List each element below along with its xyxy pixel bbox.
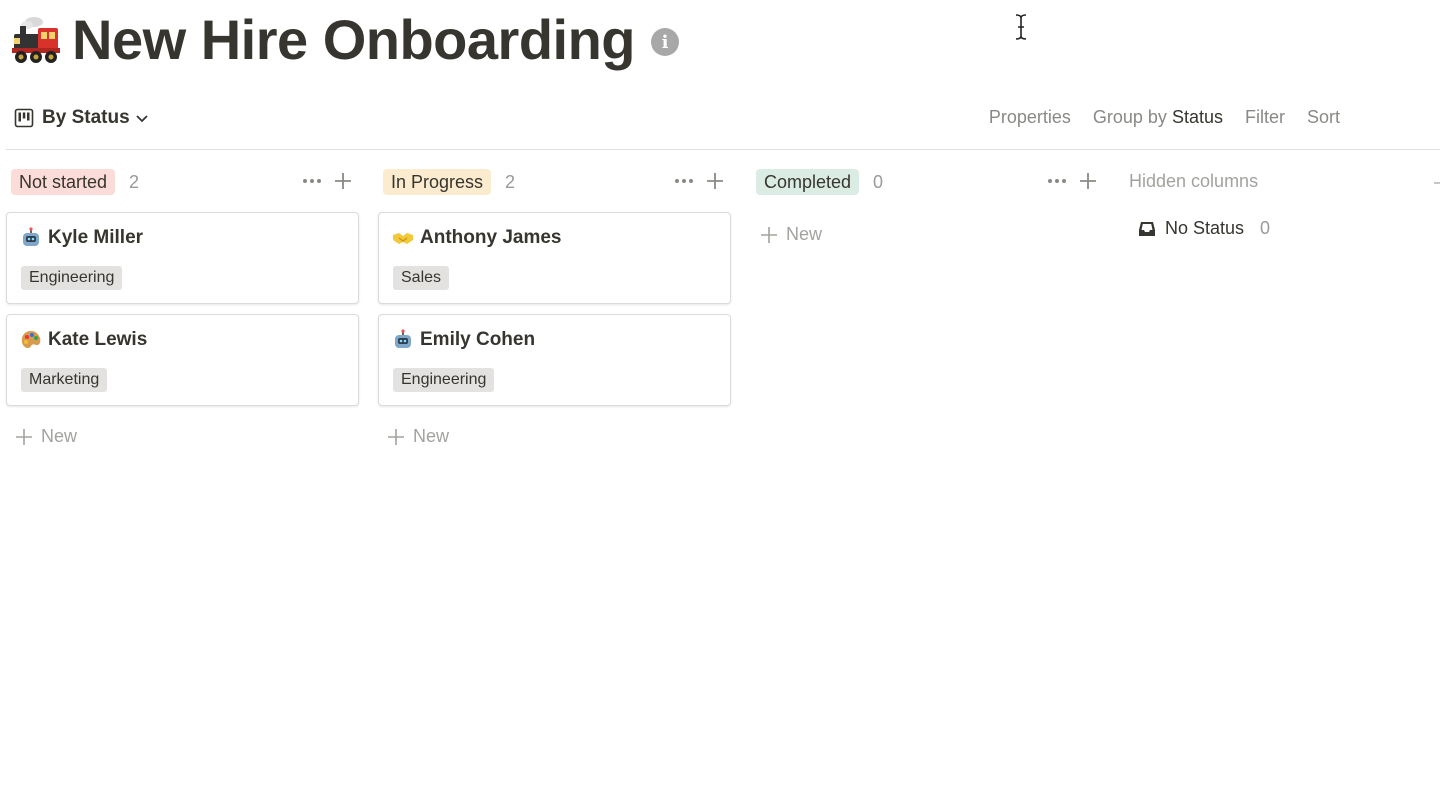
group-by-value: Status bbox=[1171, 107, 1223, 127]
add-card-icon[interactable] bbox=[705, 171, 725, 191]
status-pill[interactable]: In Progress bbox=[383, 169, 492, 195]
card-title: Emily Cohen bbox=[392, 329, 535, 351]
card-name: Anthony James bbox=[420, 227, 562, 248]
hidden-column-no-status[interactable]: No Status 0 bbox=[1137, 218, 1270, 239]
toolbar-divider bbox=[6, 149, 1440, 150]
group-by-button[interactable]: Group by Status bbox=[1093, 107, 1223, 128]
filter-button[interactable]: Filter bbox=[1245, 107, 1285, 128]
hidden-columns-header[interactable]: Hidden columns bbox=[1129, 171, 1258, 192]
column-not-started: Not started 2 Kyle Miller Engineering Ka… bbox=[6, 166, 359, 446]
sort-button[interactable]: Sort bbox=[1307, 107, 1340, 128]
board-view-icon bbox=[14, 108, 34, 128]
status-pill[interactable]: Not started bbox=[11, 169, 116, 195]
new-label: New bbox=[413, 426, 450, 446]
more-options-icon[interactable] bbox=[1046, 170, 1068, 192]
column-header: Completed 0 bbox=[751, 166, 1104, 198]
chevron-down-icon bbox=[136, 115, 148, 123]
plus-icon bbox=[761, 226, 777, 243]
column-header: Not started 2 bbox=[6, 166, 359, 198]
card-title: Anthony James bbox=[392, 227, 561, 249]
card-title: Kyle Miller bbox=[20, 227, 143, 249]
hidden-column-count: 0 bbox=[1260, 218, 1271, 238]
card-kyle-miller[interactable]: Kyle Miller Engineering bbox=[6, 212, 359, 304]
group-by-label: Group by bbox=[1092, 107, 1167, 127]
status-pill[interactable]: Completed bbox=[756, 169, 860, 195]
collapse-icon[interactable] bbox=[1434, 182, 1440, 184]
column-completed: Completed 0 New bbox=[751, 166, 1104, 244]
palette-icon bbox=[21, 331, 41, 349]
view-tools: Properties Group by Status Filter Sort bbox=[989, 107, 1340, 128]
new-label: New bbox=[786, 224, 823, 244]
department-tag: Engineering bbox=[21, 266, 123, 290]
robot-icon bbox=[23, 227, 39, 246]
department-tag: Sales bbox=[393, 266, 450, 290]
department-tag: Marketing bbox=[21, 368, 108, 392]
page-title[interactable]: New Hire Onboarding bbox=[72, 8, 636, 72]
plus-icon bbox=[16, 428, 32, 445]
column-in-progress: In Progress 2 Anthony James Sales Emily … bbox=[378, 166, 731, 446]
new-label: New bbox=[41, 426, 78, 446]
inbox-tray-icon bbox=[1139, 221, 1155, 236]
board-page: New Hire Onboarding i By Status Properti… bbox=[0, 0, 1440, 810]
robot-icon bbox=[395, 329, 411, 348]
text-cursor-icon bbox=[1015, 14, 1027, 40]
more-options-icon[interactable] bbox=[301, 170, 323, 192]
card-name: Emily Cohen bbox=[420, 329, 536, 350]
card-title: Kate Lewis bbox=[20, 329, 147, 351]
card-kate-lewis[interactable]: Kate Lewis Marketing bbox=[6, 314, 359, 406]
card-name: Kyle Miller bbox=[48, 227, 144, 248]
view-toolbar: By Status Properties Group by Status Fil… bbox=[0, 100, 1440, 140]
column-header: In Progress 2 bbox=[378, 166, 731, 198]
card-anthony-james[interactable]: Anthony James Sales bbox=[378, 212, 731, 304]
card-name: Kate Lewis bbox=[48, 329, 148, 350]
department-tag: Engineering bbox=[393, 368, 495, 392]
add-card-icon[interactable] bbox=[333, 171, 353, 191]
column-count: 2 bbox=[129, 171, 140, 192]
more-options-icon[interactable] bbox=[673, 170, 695, 192]
properties-button[interactable]: Properties bbox=[989, 107, 1071, 128]
view-name: By Status bbox=[42, 107, 130, 128]
new-card-button[interactable]: New bbox=[15, 426, 77, 447]
new-card-button[interactable]: New bbox=[387, 426, 449, 447]
add-card-icon[interactable] bbox=[1078, 171, 1098, 191]
column-count: 0 bbox=[873, 171, 884, 192]
page-header: New Hire Onboarding i bbox=[10, 8, 679, 72]
column-count: 2 bbox=[505, 171, 516, 192]
handshake-icon bbox=[393, 233, 413, 244]
train-icon[interactable] bbox=[10, 14, 62, 66]
card-emily-cohen[interactable]: Emily Cohen Engineering bbox=[378, 314, 731, 406]
view-switcher[interactable]: By Status bbox=[14, 107, 149, 129]
hidden-column-label: No Status bbox=[1165, 218, 1245, 238]
new-card-button[interactable]: New bbox=[760, 224, 822, 245]
info-icon[interactable]: i bbox=[651, 28, 679, 56]
plus-icon bbox=[388, 428, 404, 445]
